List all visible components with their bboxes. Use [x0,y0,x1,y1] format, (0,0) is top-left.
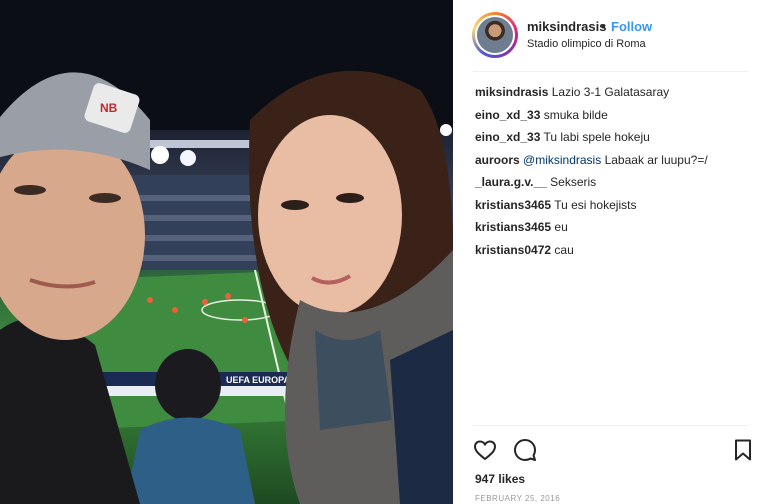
comment-text: cau [554,242,574,257]
separator-dot: • [601,19,606,34]
comment-text: Labaak ar luupu?=/ [604,152,708,167]
comment-username[interactable]: _laura.g.v.__ [475,175,547,189]
comment-text: Tu labi spele hokeju [543,130,650,144]
comment-text: eu [554,220,568,234]
heart-icon [473,440,497,461]
actions-divider [473,425,748,426]
like-button[interactable] [473,438,497,462]
post-sidebar: miksindrasis • Follow Stadio olimpico di… [453,0,768,504]
comment-mention[interactable]: @miksindrasis [523,153,601,167]
follow-button[interactable]: Follow [611,19,652,34]
post-location[interactable]: Stadio olimpico di Roma [527,38,646,50]
caption: miksindrasis Lazio 3-1 Galatasaray [475,84,755,107]
beanie-brand: NB [100,101,118,115]
likes-count[interactable]: 947 likes [475,472,525,486]
comments-list: miksindrasis Lazio 3-1 Galatasaray eino_… [475,84,755,264]
selfie-illustration: UEFA EUROPA L NB [0,0,453,504]
comment-text: Tu esi hokejists [554,197,637,212]
comment-username[interactable]: kristians3465 [475,198,551,212]
comment-text: Lazio 3-1 Galatasaray [551,85,670,99]
comment-username[interactable]: eino_xd_33 [475,130,540,144]
post-header: miksindrasis • Follow Stadio olimpico di… [453,0,768,72]
comment-item: _laura.g.v.__ Sekseris [475,174,755,197]
author-username[interactable]: miksindrasis [527,19,607,34]
comment-item: kristians0472 cau [475,242,755,265]
comment-username[interactable]: miksindrasis [475,85,548,99]
comment-item: kristians3465 eu [475,219,755,242]
comment-username[interactable]: eino_xd_33 [475,108,540,122]
comment-item: eino_xd_33 Tu labi spele hokeju [475,129,755,152]
post-date: FEBRUARY 25, 2016 [475,494,561,503]
post-photo[interactable]: UEFA EUROPA L NB [0,0,453,504]
avatar-image [475,15,515,55]
comment-button[interactable] [513,438,537,462]
comment-username[interactable]: kristians0472 [475,243,551,257]
avatar[interactable] [472,12,518,58]
save-button[interactable] [731,438,755,462]
header-divider [473,71,748,72]
comment-item: eino_xd_33 smuka bilde [475,107,755,130]
bookmark-icon [735,439,751,461]
comment-username[interactable]: auroors [475,153,520,167]
post-actions [473,438,753,464]
comment-text: Sekseris [550,175,597,189]
comment-text: smuka bilde [543,107,608,122]
comment-item: auroors @miksindrasis Labaak ar luupu?=/ [475,152,755,175]
comment-icon [514,439,536,461]
comment-item: kristians3465 Tu esi hokejists [475,197,755,220]
comment-username[interactable]: kristians3465 [475,220,551,234]
